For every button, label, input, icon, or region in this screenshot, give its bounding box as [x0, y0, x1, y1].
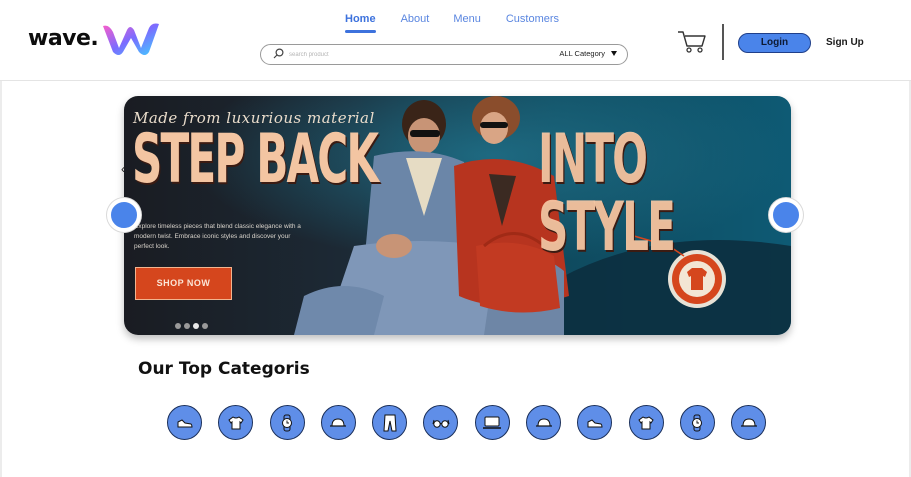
- search-input[interactable]: [289, 48, 529, 61]
- shoe-icon: [587, 418, 603, 427]
- search-icon: [273, 48, 284, 59]
- next-slide-button[interactable]: [769, 198, 803, 232]
- header-divider: [722, 24, 724, 60]
- signup-link[interactable]: Sign Up: [826, 37, 864, 48]
- glasses-icon: [432, 419, 450, 428]
- category-tshirts-2[interactable]: [628, 405, 664, 440]
- slide-indicators: [175, 323, 208, 329]
- nav-about[interactable]: About: [401, 13, 430, 25]
- category-tshirts[interactable]: [218, 405, 254, 440]
- category-caps-2[interactable]: [526, 405, 562, 440]
- shoe-icon: [177, 418, 193, 427]
- nav-customers[interactable]: Customers: [506, 13, 559, 25]
- logo-text: wave.: [28, 25, 99, 51]
- hero-title-left: STEP BACK: [132, 120, 379, 199]
- category-watches[interactable]: [269, 405, 305, 440]
- hero-description: Explore timeless pieces that blend class…: [134, 223, 301, 250]
- tshirt-icon: [638, 415, 654, 429]
- search-bar: ALL Category: [260, 44, 628, 65]
- shop-now-button[interactable]: SHOP NOW: [135, 267, 232, 300]
- cart-icon[interactable]: [677, 30, 707, 54]
- tshirt-icon: [228, 415, 244, 429]
- watch-icon: [282, 414, 293, 431]
- logo-w-icon: [103, 23, 160, 55]
- category-watches-2[interactable]: [679, 405, 715, 440]
- category-select-label: ALL Category: [559, 49, 605, 58]
- hero-banner: Made from luxurious material STEP BACK I…: [124, 96, 791, 335]
- slide-dot[interactable]: [175, 323, 181, 329]
- category-glasses[interactable]: [423, 405, 459, 440]
- cap-icon: [740, 417, 757, 427]
- category-shoes[interactable]: [167, 405, 202, 440]
- slide-dot-active[interactable]: [193, 323, 199, 329]
- category-shoes-2[interactable]: [577, 405, 613, 440]
- category-caps-3[interactable]: [731, 405, 767, 440]
- laptop-icon: [483, 416, 502, 429]
- cap-icon: [535, 417, 552, 427]
- hero-title-right: INTO STYLE: [538, 120, 676, 267]
- category-pants[interactable]: [372, 405, 408, 440]
- prev-slide-button[interactable]: [107, 198, 141, 232]
- cap-icon: [330, 417, 347, 427]
- caret-down-icon: [611, 51, 617, 56]
- slide-dot[interactable]: [202, 323, 208, 329]
- watch-icon: [692, 414, 703, 431]
- category-select[interactable]: ALL Category: [559, 49, 617, 58]
- nav-menu[interactable]: Menu: [453, 13, 481, 25]
- main-nav: Home About Menu Customers: [345, 13, 559, 33]
- category-caps[interactable]: [320, 405, 356, 440]
- logo[interactable]: wave.: [28, 18, 163, 58]
- header: wave. Home About Menu Customers ALL Cate…: [0, 0, 911, 81]
- slide-dot[interactable]: [184, 323, 190, 329]
- pants-icon: [383, 414, 397, 431]
- login-button[interactable]: Login: [738, 33, 811, 53]
- categories-title: Our Top Categoris: [138, 359, 310, 379]
- nav-home[interactable]: Home: [345, 13, 376, 33]
- category-list: [167, 405, 767, 440]
- category-laptops[interactable]: [474, 405, 510, 440]
